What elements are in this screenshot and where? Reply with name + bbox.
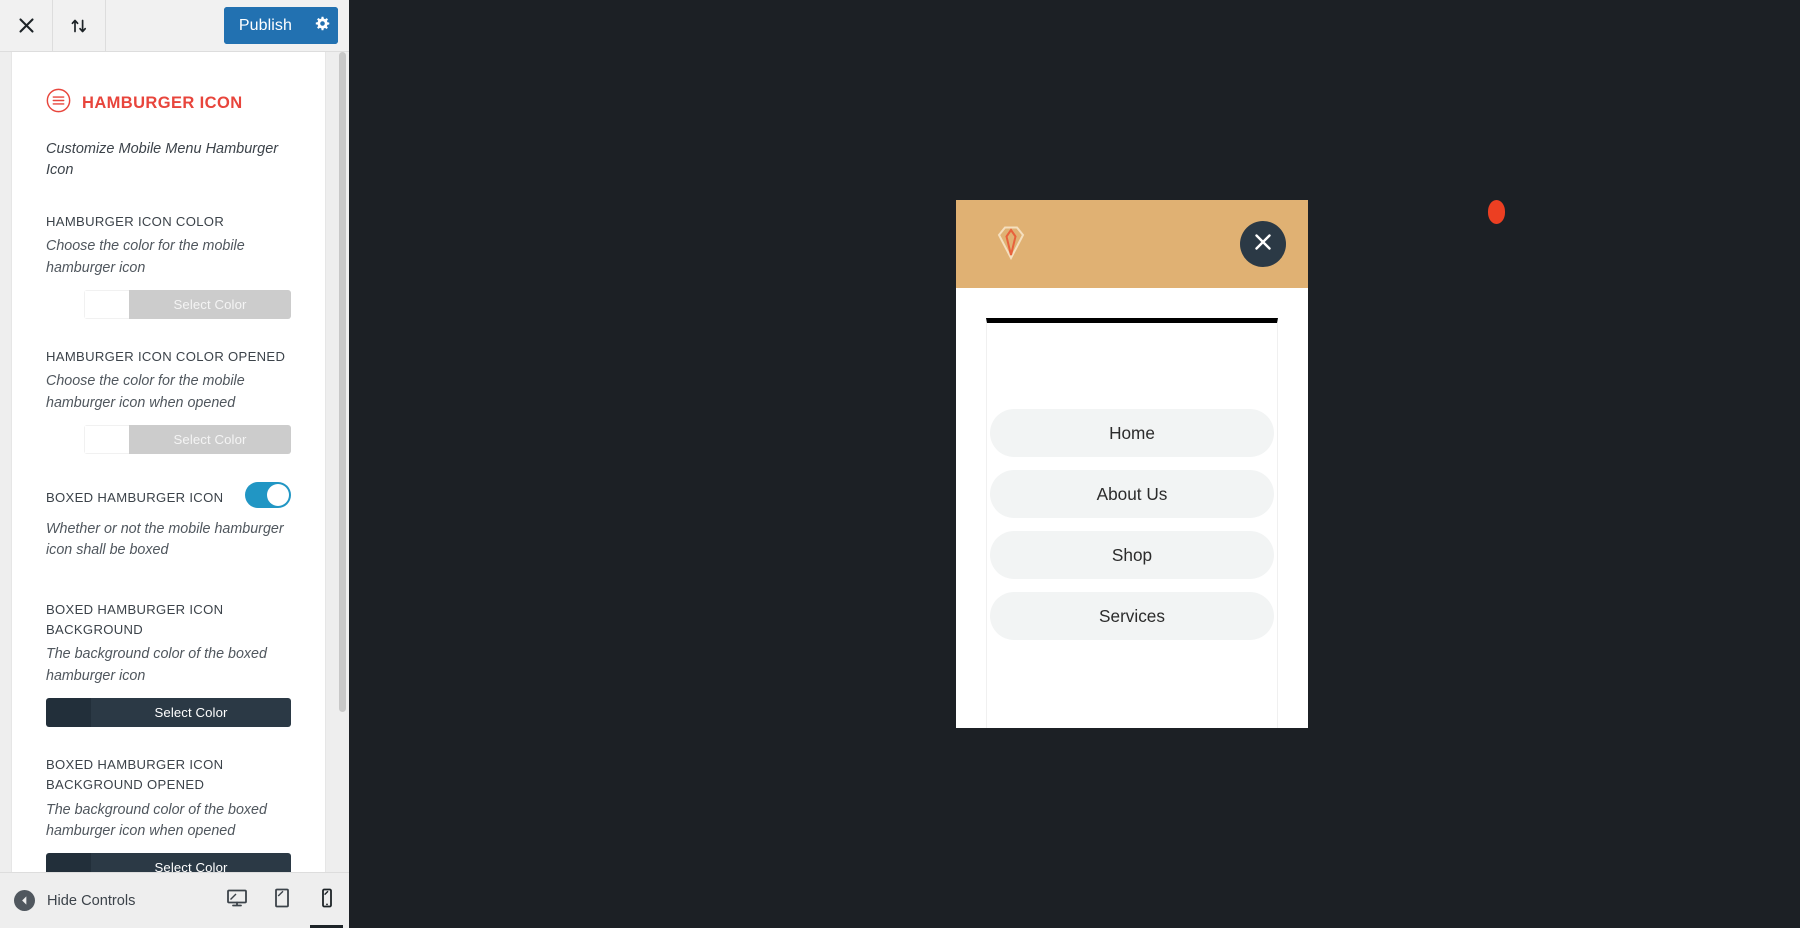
color-swatch [84, 290, 129, 320]
close-icon [1252, 231, 1274, 258]
field-description: Choose the color for the mobile hamburge… [46, 238, 245, 276]
section-card: HAMBURGER ICON Customize Mobile Menu Ham… [11, 52, 326, 872]
close-icon [18, 17, 35, 34]
color-picker-boxed-hamburger-background[interactable]: Select Color [46, 697, 291, 727]
gem-diamond-logo[interactable] [990, 222, 1032, 266]
device-button-mobile[interactable] [304, 873, 349, 928]
hide-controls-label: Hide Controls [47, 892, 136, 909]
collapse-arrow-icon [14, 890, 35, 911]
toggle-knob [267, 484, 289, 507]
field-description: Choose the color for the mobile hamburge… [46, 373, 245, 411]
hide-controls-button[interactable]: Hide Controls [0, 890, 135, 911]
color-picker-boxed-hamburger-background-opened[interactable]: Select Color [46, 853, 291, 872]
panel-scrollbar[interactable] [339, 52, 346, 712]
color-picker-hamburger-icon-color-opened[interactable]: Select Color [84, 425, 291, 455]
field-boxed-hamburger-icon-background: BOXED HAMBURGER ICON BACKGROUND The back… [46, 600, 291, 727]
device-preview-buttons [214, 873, 349, 928]
field-label: BOXED HAMBURGER ICON BACKGROUND [46, 601, 224, 637]
field-label: BOXED HAMBURGER ICON [46, 490, 224, 506]
customizer-footer: Hide Controls [0, 872, 349, 928]
preview-mobile-menu-panel: Home About Us Shop Services [986, 318, 1278, 728]
header-spacer [106, 0, 224, 51]
sort-arrows-icon [70, 17, 88, 35]
preview-menu-close-button[interactable] [1240, 221, 1286, 267]
field-label: BOXED HAMBURGER ICON BACKGROUND OPENED [46, 756, 224, 793]
changeset-reorder-button[interactable] [53, 0, 106, 51]
field-label: HAMBURGER ICON COLOR [46, 214, 225, 230]
color-picker-hamburger-icon-color[interactable]: Select Color [84, 290, 291, 320]
hamburger-circle-icon [46, 88, 71, 118]
section-title-row: HAMBURGER ICON [46, 88, 291, 118]
preview-accent-dot [1488, 200, 1505, 224]
tablet-icon [271, 887, 293, 914]
select-color-label: Select Color [129, 425, 291, 455]
close-customizer-button[interactable] [0, 0, 53, 51]
mobile-icon [316, 887, 338, 914]
device-button-tablet[interactable] [259, 873, 304, 928]
menu-item-home[interactable]: Home [990, 409, 1274, 457]
field-hamburger-icon-color-opened: HAMBURGER ICON COLOR OPENED Choose the c… [46, 347, 291, 455]
boxed-hamburger-icon-toggle[interactable] [245, 482, 291, 509]
section-title: HAMBURGER ICON [82, 93, 243, 112]
device-button-desktop[interactable] [214, 873, 259, 928]
customizer-screen: Publish HAMBURGER ICON Customize Mobile … [0, 0, 1800, 928]
publish-settings-button[interactable] [305, 7, 338, 44]
field-description: The background color of the boxed hambur… [46, 646, 267, 684]
color-swatch [84, 425, 129, 455]
field-description: The background color of the boxed hambur… [46, 801, 267, 839]
site-preview-area: Home About Us Shop Services [349, 0, 1800, 928]
field-label: HAMBURGER ICON COLOR OPENED [46, 349, 286, 365]
select-color-label: Select Color [129, 290, 291, 320]
desktop-icon [226, 887, 248, 914]
field-description: Whether or not the mobile hamburger icon… [46, 520, 284, 559]
gear-icon [314, 15, 331, 37]
customizer-header: Publish [0, 0, 349, 52]
select-color-label: Select Color [91, 697, 291, 727]
toggle-row: BOXED HAMBURGER ICON [46, 482, 291, 512]
publish-button[interactable]: Publish [223, 7, 305, 44]
field-boxed-hamburger-icon-background-opened: BOXED HAMBURGER ICON BACKGROUND OPENED T… [46, 755, 291, 872]
menu-item-shop[interactable]: Shop [990, 531, 1274, 579]
field-hamburger-icon-color: HAMBURGER ICON COLOR Choose the color fo… [46, 212, 291, 320]
color-swatch [46, 697, 91, 727]
publish-group: Publish [223, 7, 338, 44]
customizer-scroll-body[interactable]: HAMBURGER ICON Customize Mobile Menu Ham… [0, 52, 349, 872]
select-color-label: Select Color [91, 853, 291, 872]
preview-site-header [956, 200, 1308, 288]
customizer-panel: Publish HAMBURGER ICON Customize Mobile … [0, 0, 349, 928]
field-boxed-hamburger-icon: BOXED HAMBURGER ICON Whether or not the … [46, 482, 291, 561]
section-description: Customize Mobile Menu Hamburger Icon [46, 141, 279, 179]
preview-menu-list: Home About Us Shop Services [987, 323, 1277, 640]
color-swatch [46, 853, 91, 872]
menu-item-services[interactable]: Services [990, 592, 1274, 640]
menu-item-about-us[interactable]: About Us [990, 470, 1274, 518]
